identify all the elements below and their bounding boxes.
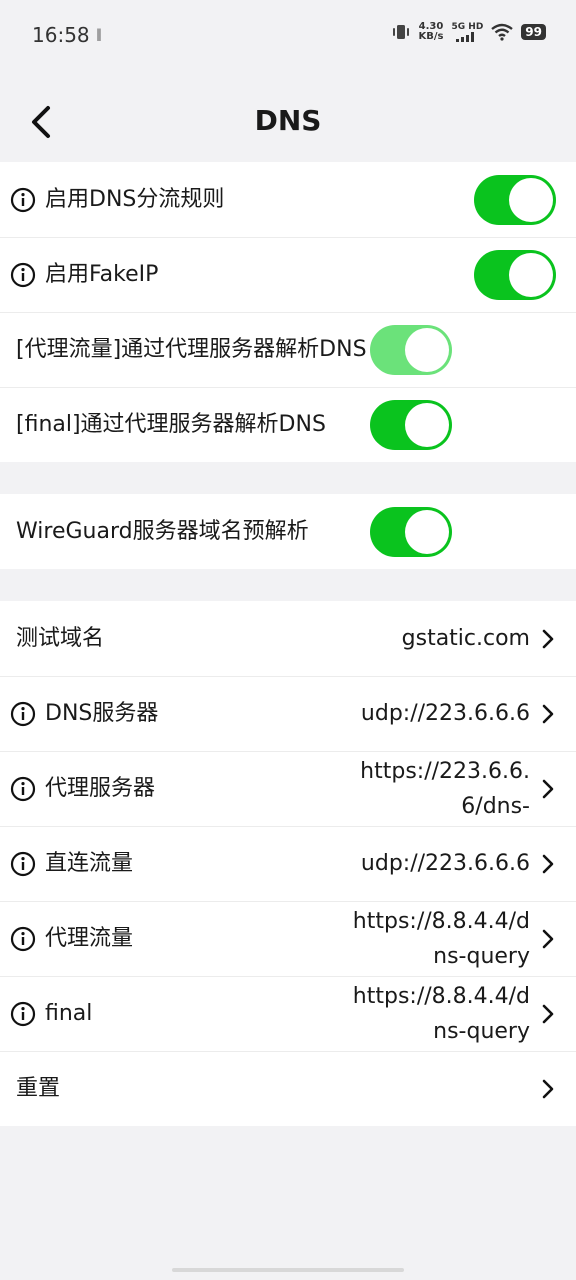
info-icon[interactable]	[10, 262, 36, 288]
wifi-icon	[491, 23, 514, 41]
setting-row[interactable]: 测试域名 gstatic.com	[0, 601, 576, 676]
chevron-right-icon	[542, 1004, 554, 1023]
setting-row[interactable]: DNS服务器 udp://223.6.6.6	[0, 676, 576, 751]
toggle-row: [代理流量]通过代理服务器解析DNS	[0, 312, 576, 387]
toggle-row: WireGuard服务器域名预解析	[0, 494, 576, 569]
toggle-knob	[405, 509, 449, 554]
toggle-label: WireGuard服务器域名预解析	[16, 518, 309, 544]
signal-group: 5G HD	[451, 21, 484, 42]
chevron-right-icon	[542, 779, 554, 798]
setting-label: 测试域名	[16, 625, 105, 651]
setting-row[interactable]: 直连流量 udp://223.6.6.6	[0, 826, 576, 901]
toggle-switch[interactable]	[474, 249, 556, 300]
info-icon[interactable]	[10, 701, 36, 727]
info-icon[interactable]	[10, 187, 36, 213]
wireguard-toggle-group: WireGuard服务器域名预解析	[0, 494, 576, 569]
app-header: DNS	[0, 80, 576, 162]
toggle-switch[interactable]	[474, 174, 556, 225]
setting-row[interactable]: 代理流量 https://8.8.4.4/dns-query	[0, 901, 576, 976]
setting-value: gstatic.com	[401, 625, 530, 651]
setting-value: udp://223.6.6.6	[360, 700, 530, 726]
notification-dots: ‖	[96, 27, 103, 41]
status-time: 16:58	[32, 23, 90, 47]
toggle-label: 启用DNS分流规则	[45, 186, 225, 212]
chevron-right-icon	[542, 1079, 554, 1098]
dns-settings-group: 测试域名 gstatic.com DNS服务器 udp://223.6.6.6 代理服务…	[0, 601, 576, 1126]
toggle-knob	[405, 402, 449, 447]
toggle-row: 启用FakeIP	[0, 237, 576, 312]
setting-label: 重置	[16, 1075, 61, 1101]
setting-value: https://223.6.6.6/dns-	[360, 758, 530, 819]
signal-icon	[456, 31, 475, 42]
toggle-knob	[405, 327, 449, 372]
chevron-right-icon	[542, 854, 554, 873]
toggle-switch[interactable]	[370, 324, 452, 375]
status-right: 4.30 KB/s 5G HD 99	[391, 22, 546, 42]
setting-label: 直连流量	[45, 850, 134, 876]
chevron-right-icon	[542, 629, 554, 648]
toggle-label: [final]通过代理服务器解析DNS	[16, 411, 326, 437]
info-icon[interactable]	[10, 851, 36, 877]
setting-label: DNS服务器	[45, 700, 159, 726]
toggle-knob	[509, 177, 553, 222]
net-speed-unit: KB/s	[418, 31, 444, 42]
setting-value: https://8.8.4.4/dns-query	[352, 983, 530, 1044]
info-icon[interactable]	[10, 926, 36, 952]
net-speed: 4.30 KB/s	[419, 22, 444, 42]
toggle-row: [final]通过代理服务器解析DNS	[0, 387, 576, 462]
info-icon[interactable]	[10, 776, 36, 802]
chevron-right-icon	[542, 929, 554, 948]
setting-label: 代理服务器	[45, 775, 156, 801]
network-type: 5G HD	[451, 21, 484, 32]
chevron-right-icon	[542, 704, 554, 723]
toggle-row: 启用DNS分流规则	[0, 162, 576, 237]
toggle-knob	[509, 252, 553, 297]
setting-label: 代理流量	[45, 925, 134, 951]
home-indicator	[172, 1268, 404, 1272]
toggle-switch[interactable]	[370, 399, 452, 450]
battery-indicator: 99	[521, 24, 546, 40]
page-title: DNS	[254, 104, 322, 137]
setting-row[interactable]: 代理服务器 https://223.6.6.6/dns-	[0, 751, 576, 826]
setting-label: final	[45, 1000, 93, 1026]
toggle-switch[interactable]	[370, 506, 452, 557]
setting-value: udp://223.6.6.6	[360, 850, 530, 876]
dns-toggle-group: 启用DNS分流规则 启用FakeIP [代理流量]通过代理服务器解析DNS [fina…	[0, 162, 576, 462]
setting-row[interactable]: 重置	[0, 1051, 576, 1126]
info-icon[interactable]	[10, 1001, 36, 1027]
vibrate-icon	[392, 25, 409, 39]
toggle-label: 启用FakeIP	[45, 261, 159, 287]
setting-value: https://8.8.4.4/dns-query	[352, 908, 530, 969]
toggle-label: [代理流量]通过代理服务器解析DNS	[16, 336, 367, 362]
status-bar: 16:58 ‖ 4.30 KB/s 5G HD 99	[0, 0, 576, 72]
setting-row[interactable]: final https://8.8.4.4/dns-query	[0, 976, 576, 1051]
